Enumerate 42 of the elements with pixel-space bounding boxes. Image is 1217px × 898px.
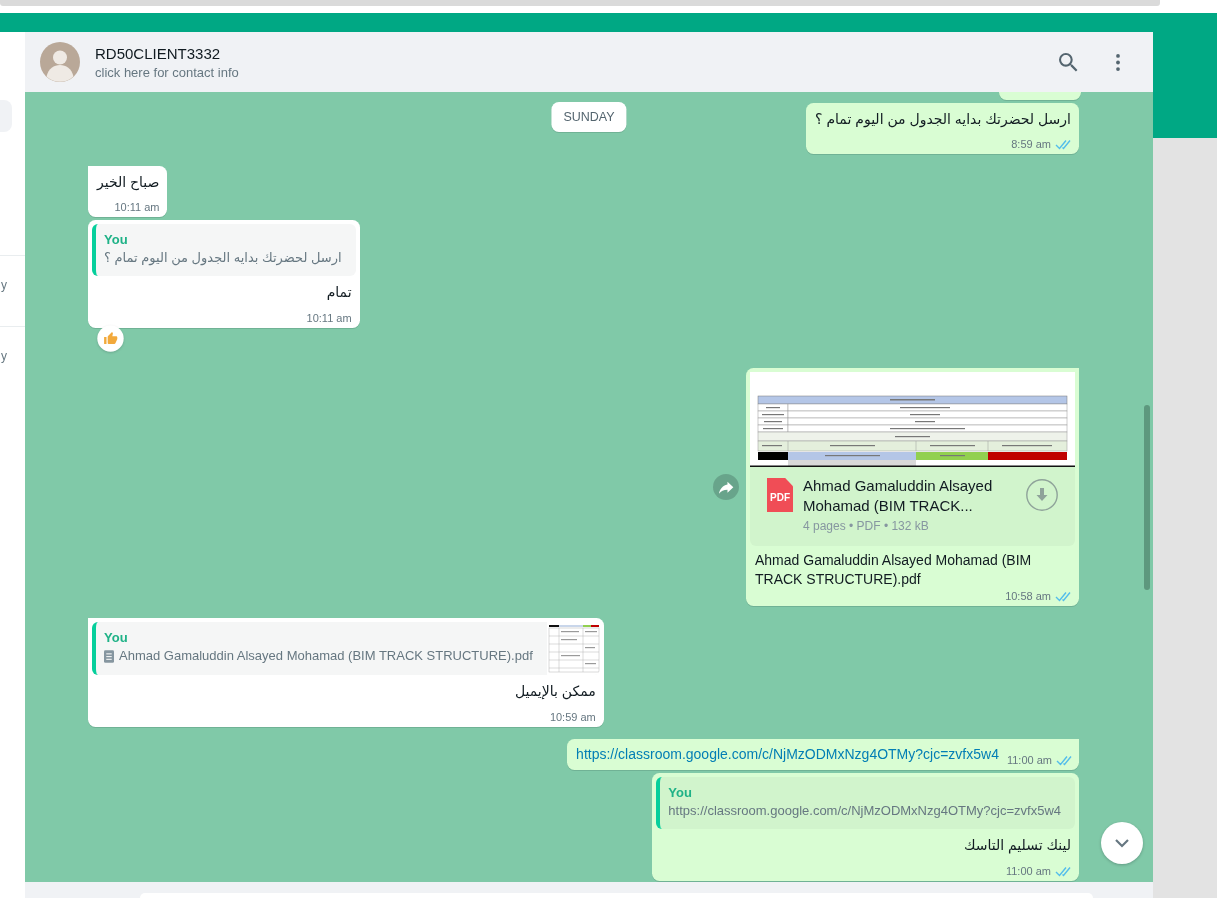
quoted-text: Ahmad Gamaluddin Alsayed Mohamad (BIM TRACK STRUCTURE).pdf <box>119 647 533 665</box>
quoted-text: ارسل لحضرتك بدايه الجدول من اليوم تمام ؟ <box>104 249 342 268</box>
menu-icon <box>1116 53 1120 71</box>
scroll-down-button[interactable] <box>1101 822 1143 864</box>
chat-time: y <box>1 278 7 292</box>
forward-button[interactable] <box>713 474 739 500</box>
message-text: تمام <box>325 283 352 302</box>
chat-time: y <box>1 349 7 363</box>
message-text: ممكن بالإيميل <box>513 682 596 701</box>
message-caption: Ahmad Gamaluddin Alsayed Mohamad (BIM TRACK STRUCTURE).pdf <box>754 551 1033 589</box>
file-attachment[interactable]: PDF Ahmad Gamaluddin Alsayed Mohamad (BIM TRACK... 4 pages • PDF • 132 kB <box>750 467 1075 546</box>
message-time: 10:11 am <box>306 311 352 326</box>
message-time: 11:00 am <box>1006 753 1052 768</box>
file-details: 4 pages • PDF • 132 kB <box>803 518 930 534</box>
quote-author: You <box>104 231 129 248</box>
quote-author: You <box>668 784 693 801</box>
classroom-link[interactable]: https://classroom.google.com/c/NjMzODMxNzg4OTMy?cjc=zvfx5w4 <box>576 745 999 764</box>
quoted-text: https://classroom.google.com/c/NjMzODMxNzg4OTMy?cjc=zvfx5w4 <box>668 802 1061 820</box>
quote-author: You <box>104 629 129 646</box>
download-icon[interactable] <box>1026 479 1058 511</box>
message-time: 10:11 am <box>114 200 160 215</box>
pdf-file-icon: PDF <box>767 478 793 512</box>
message-text: صباح الخير <box>97 173 160 192</box>
quoted-message[interactable]: You Ahmad Gamaluddin Alsayed Mohamad (BIM TRACK STRUCTURE).pdf <box>92 622 600 675</box>
message-time: 11:00 am <box>1005 864 1051 879</box>
document-icon <box>104 649 114 663</box>
date-label: SUNDAY <box>551 102 627 132</box>
quoted-message[interactable]: You https://classroom.google.com/c/NjMzODMxNzg4OTMy?cjc=zvfx5w4 <box>656 777 1075 829</box>
contact-avatar[interactable] <box>40 42 80 82</box>
pdf-page-preview-drawing[interactable] <box>750 372 1075 467</box>
search-icon <box>1058 52 1078 72</box>
message-time: 8:59 am <box>1011 137 1051 152</box>
message-time: 10:58 am <box>1005 589 1051 604</box>
curved-arrow-icon <box>718 480 734 494</box>
message-text: لينك تسليم التاسك <box>962 836 1071 855</box>
message-text: ارسل لحضرتك بدايه الجدول من اليوم تمام ؟ <box>815 110 1071 129</box>
chevron-down-icon <box>1114 838 1130 848</box>
search-button[interactable] <box>1056 50 1080 74</box>
file-name: Ahmad Gamaluddin Alsayed Mohamad (BIM TRACK... <box>803 476 994 516</box>
contact-name[interactable]: RD50CLIENT3332 <box>95 43 1056 64</box>
message-time: 10:59 am <box>549 710 596 725</box>
contact-info-hint[interactable]: click here for contact info <box>95 63 1056 81</box>
